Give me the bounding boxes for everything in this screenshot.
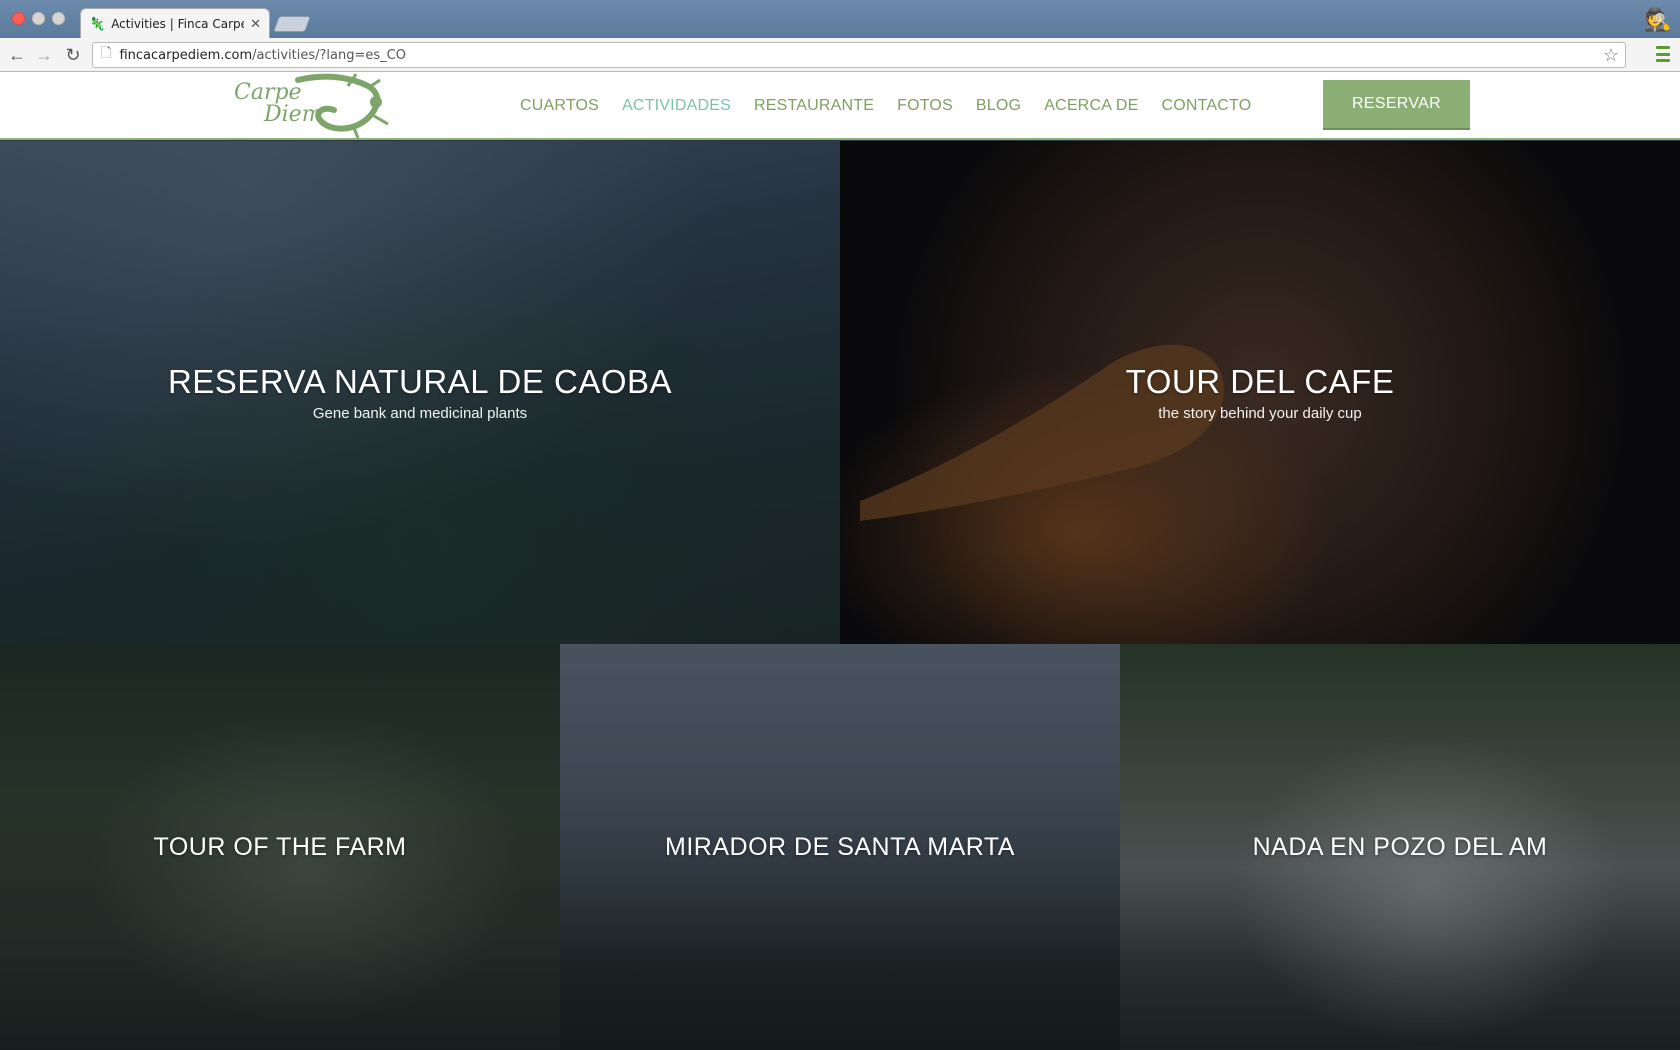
browser-menu-icon[interactable] bbox=[1656, 46, 1670, 62]
nav-item-contacto[interactable]: CONTACTO bbox=[1161, 97, 1251, 115]
nav-item-fotos[interactable]: FOTOS bbox=[897, 97, 953, 115]
tab-close-icon[interactable]: ✕ bbox=[250, 16, 261, 31]
browser-titlebar: 🦎 Activities | Finca Carpe Diem ✕ 🕵 bbox=[0, 0, 1680, 38]
main-nav: CUARTOS ACTIVIDADES RESTAURANTE FOTOS BL… bbox=[520, 72, 1251, 140]
incognito-profile-icon[interactable]: 🕵 bbox=[1644, 6, 1672, 34]
activity-title: TOUR OF THE FARM bbox=[153, 832, 407, 861]
nav-item-cuartos[interactable]: CUARTOS bbox=[520, 97, 599, 115]
browser-toolbar: ← → ↻ 🗋 fincacarpediem.com/activities/?l… bbox=[0, 38, 1680, 72]
page-icon: 🗋 bbox=[101, 45, 112, 60]
forward-arrow-icon[interactable]: → bbox=[33, 44, 55, 66]
address-bar[interactable]: 🗋 fincacarpediem.com/activities/?lang=es… bbox=[92, 42, 1626, 68]
activity-title: NADA EN POZO DEL AM bbox=[1252, 832, 1548, 861]
activity-title: TOUR DEL CAFE bbox=[1125, 363, 1395, 400]
logo-line2: Diem bbox=[264, 102, 323, 127]
activity-tile-mirador[interactable]: MIRADOR DE SANTA MARTA bbox=[560, 644, 1120, 1050]
reserve-button[interactable]: RESERVAR bbox=[1323, 80, 1470, 130]
minimize-window-button[interactable] bbox=[32, 12, 45, 25]
bookmark-star-icon[interactable]: ☆ bbox=[1603, 43, 1619, 67]
browser-tab-active[interactable]: 🦎 Activities | Finca Carpe Diem ✕ bbox=[80, 8, 270, 38]
reload-icon[interactable]: ↻ bbox=[62, 44, 84, 66]
back-arrow-icon[interactable]: ← bbox=[6, 44, 28, 66]
url-text: fincacarpediem.com/activities/?lang=es_C… bbox=[119, 48, 406, 63]
tab-title: Activities | Finca Carpe Diem bbox=[111, 16, 245, 31]
close-window-button[interactable] bbox=[12, 12, 25, 25]
url-host: fincacarpediem.com bbox=[119, 47, 253, 63]
site-header: Carpe Diem CUARTOS ACTIVIDADES RESTAURAN… bbox=[0, 72, 1680, 140]
nav-item-actividades[interactable]: ACTIVIDADES bbox=[622, 97, 731, 115]
maximize-window-button[interactable] bbox=[52, 12, 65, 25]
logo-wordmark: Carpe Diem bbox=[234, 82, 323, 126]
carpe-diem-logo[interactable]: Carpe Diem bbox=[228, 72, 408, 140]
activity-title: MIRADOR DE SANTA MARTA bbox=[665, 832, 1015, 861]
activity-tile-pozo[interactable]: NADA EN POZO DEL AM bbox=[1120, 644, 1680, 1050]
gecko-favicon-icon: 🦎 bbox=[89, 16, 106, 31]
url-path: /activities/?lang=es_CO bbox=[252, 47, 406, 63]
activity-subtitle: Gene bank and medicinal plants bbox=[312, 405, 528, 422]
activity-title: RESERVA NATURAL DE CAOBA bbox=[167, 363, 673, 400]
new-tab-button[interactable] bbox=[273, 16, 311, 32]
activity-tile-farm[interactable]: TOUR OF THE FARM bbox=[0, 644, 560, 1050]
activity-tile-cafe[interactable]: TOUR DEL CAFE the story behind your dail… bbox=[840, 141, 1680, 644]
nav-item-restaurante[interactable]: RESTAURANTE bbox=[754, 97, 874, 115]
nav-item-blog[interactable]: BLOG bbox=[976, 97, 1021, 115]
activity-tile-caoba[interactable]: RESERVA NATURAL DE CAOBA Gene bank and m… bbox=[0, 141, 840, 644]
activity-subtitle: the story behind your daily cup bbox=[1158, 405, 1362, 422]
nav-item-acerca-de[interactable]: ACERCA DE bbox=[1044, 97, 1138, 115]
